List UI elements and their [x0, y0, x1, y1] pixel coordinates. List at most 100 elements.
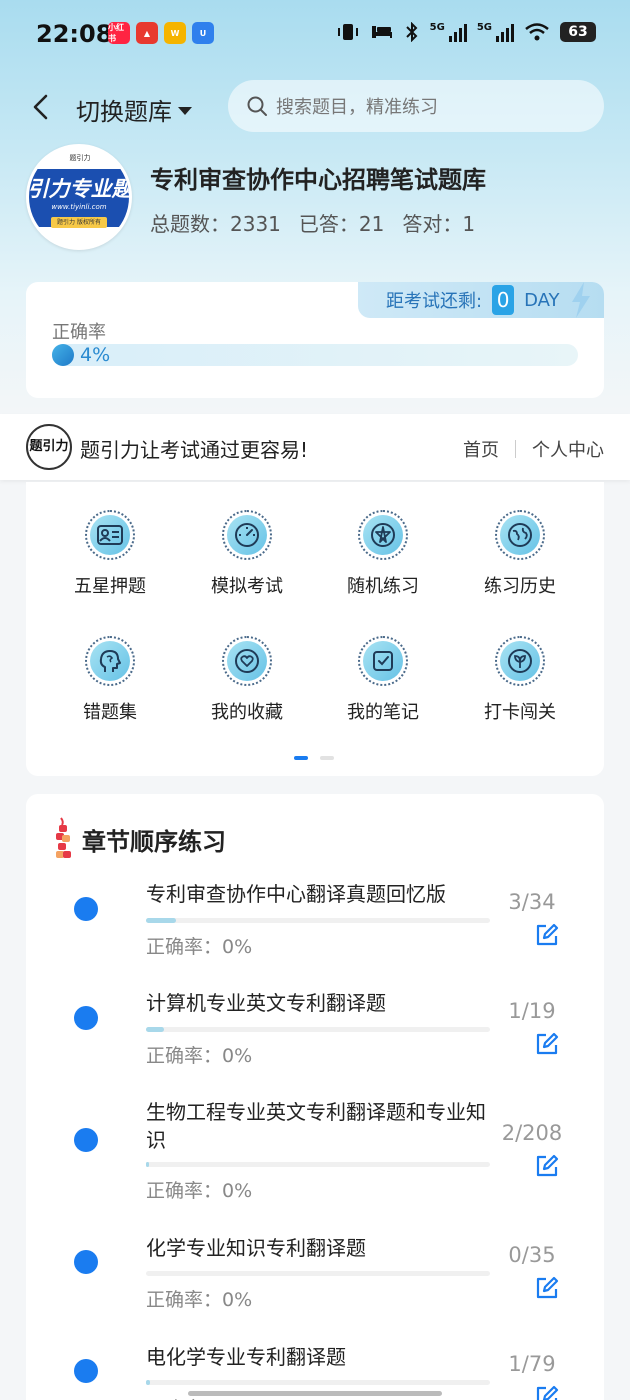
promo-links: 首页 个人中心: [463, 436, 604, 462]
shuffle-icon: [371, 523, 395, 547]
menu-label: 模拟考试: [211, 576, 283, 597]
menu-label: 五星押题: [74, 576, 146, 597]
home-indicator[interactable]: [188, 1391, 442, 1396]
chapter-progress-fill: [146, 1162, 150, 1167]
search-placeholder: 搜索题目，精准练习: [276, 97, 438, 118]
status-bar: 22:08 小红书 ▲ W U 5G 5G 63: [0, 0, 630, 68]
menu-five-star[interactable]: 五星押题: [50, 510, 170, 598]
logo-url: www.tiyinli.com: [51, 203, 107, 211]
countdown-label: 距考试还剩:: [386, 291, 483, 312]
cell-signal-1-icon: 5G: [430, 22, 467, 42]
home-link[interactable]: 首页: [463, 436, 499, 462]
edit-icon[interactable]: [534, 1384, 560, 1400]
notification-icons: 小红书 ▲ W U: [108, 22, 214, 44]
u-app-icon: U: [192, 22, 214, 44]
chapter-progress-bar: [146, 918, 490, 923]
chapter-status-dot: [74, 897, 98, 921]
xiaohongshu-app-icon: 小红书: [108, 22, 130, 44]
chapter-count: 2/208: [501, 1121, 563, 1145]
logo-brand: 题引力: [69, 154, 91, 162]
lightning-icon: [571, 282, 590, 318]
wifi-icon: [525, 23, 549, 41]
edit-icon[interactable]: [534, 1031, 560, 1057]
correct-count: 答对：1: [402, 212, 476, 236]
menu-wrong-set[interactable]: 错题集: [50, 636, 170, 724]
globe-icon: [508, 523, 532, 547]
chapter-name: 专利审查协作中心翻译真题回忆版: [146, 882, 446, 906]
countdown-days: 0: [492, 285, 515, 315]
profile-link[interactable]: 个人中心: [532, 436, 604, 462]
chapter-practice-card: 章节顺序练习 专利审查协作中心翻译真题回忆版 正确率：0% 3/34 计算机专业英文专…: [26, 794, 604, 1400]
menu-mock-exam[interactable]: 模拟考试: [187, 510, 307, 598]
chapter-name: 计算机专业英文专利翻译题: [146, 991, 386, 1015]
id-card-icon: [97, 525, 123, 545]
accuracy-progress-bar: 4%: [52, 344, 578, 366]
chapter-name: 生物工程专业英文专利翻译题和专业知识: [146, 1100, 486, 1152]
edit-icon[interactable]: [534, 1275, 560, 1301]
battery-icon: 63: [560, 22, 596, 42]
exam-countdown: 距考试还剩: 0 DAY: [358, 282, 604, 318]
menu-label: 我的笔记: [347, 702, 419, 723]
chapter-progress-fill: [146, 1380, 151, 1385]
chapter-count: 3/34: [508, 890, 556, 914]
chapter-status-dot: [74, 1250, 98, 1274]
chapter-progress-bar: [146, 1027, 490, 1032]
accuracy-card: 距考试还剩: 0 DAY 正确率 4%: [26, 282, 604, 398]
edit-icon[interactable]: [534, 922, 560, 948]
chapter-progress-bar: [146, 1162, 490, 1167]
menu-label: 我的收藏: [211, 702, 283, 723]
status-right: 5G 5G 63: [336, 22, 596, 42]
bank-logo: 题引力 引力专业题 www.tiyinli.com 题引力 版权所有: [26, 144, 132, 250]
heart-icon: [235, 649, 259, 673]
logo-text: 引力专业题: [27, 177, 132, 201]
switch-bank-button[interactable]: 切换题库: [76, 92, 192, 127]
chapter-progress-bar: [146, 1380, 490, 1385]
chapter-accuracy: 正确率：0%: [146, 1289, 253, 1311]
promo-slogan: 题引力让考试通过更容易!: [80, 438, 309, 462]
caret-down-icon: [178, 106, 192, 115]
feature-menu: 五星押题 模拟考试 随机练习 练习历史 错题集 我的收藏 我的笔记 打卡闯关: [26, 482, 604, 776]
search-input[interactable]: 搜索题目，精准练习: [228, 80, 604, 132]
chapter-status-dot: [74, 1006, 98, 1030]
bank-stats: 总题数：2331 已答：21 答对：1: [150, 208, 475, 237]
chapter-count: 0/35: [508, 1243, 556, 1267]
chapter-name: 化学专业知识专利翻译题: [146, 1236, 366, 1260]
menu-history[interactable]: 练习历史: [460, 510, 580, 598]
answered-count: 已答：21: [298, 212, 385, 236]
bluetooth-icon: [405, 22, 418, 42]
accuracy-value: 4%: [80, 344, 111, 366]
menu-notes[interactable]: 我的笔记: [323, 636, 443, 724]
bed-icon: [371, 26, 392, 38]
clock: 22:08: [36, 20, 113, 48]
chapter-progress-fill: [146, 918, 177, 923]
tiyinli-logo: 题引力: [26, 424, 72, 470]
chapter-progress-fill: [146, 1027, 165, 1032]
chapter-status-dot: [74, 1359, 98, 1383]
triangle-app-icon: ▲: [136, 22, 158, 44]
chapter-status-dot: [74, 1128, 98, 1152]
chapter-accuracy: 正确率：0%: [146, 1045, 253, 1067]
menu-checkin[interactable]: 打卡闯关: [460, 636, 580, 724]
total-count: 总题数：2331: [150, 212, 281, 236]
chapter-count: 1/79: [508, 1352, 556, 1376]
menu-pager: [294, 756, 334, 760]
back-arrow-icon[interactable]: [28, 93, 54, 121]
leaf-icon: [508, 649, 532, 673]
menu-random-practice[interactable]: 随机练习: [323, 510, 443, 598]
gauge-icon: [235, 523, 259, 547]
pager-dot-active: [294, 756, 308, 760]
bank-title: 专利审查协作中心招聘笔试题库: [150, 166, 486, 194]
accuracy-dot: [52, 344, 74, 366]
chapter-progress-bar: [146, 1271, 490, 1276]
countdown-unit: DAY: [524, 289, 560, 311]
menu-label: 练习历史: [484, 576, 556, 597]
note-icon: [373, 651, 393, 671]
search-icon: [247, 96, 267, 116]
vibrate-icon: [337, 24, 358, 40]
cell-signal-2-icon: 5G: [477, 22, 514, 42]
edit-icon[interactable]: [534, 1153, 560, 1179]
menu-label: 随机练习: [347, 576, 419, 597]
menu-favorites[interactable]: 我的收藏: [187, 636, 307, 724]
chapter-accuracy: 正确率：0%: [146, 1180, 253, 1202]
chapter-name: 电化学专业专利翻译题: [146, 1345, 346, 1369]
